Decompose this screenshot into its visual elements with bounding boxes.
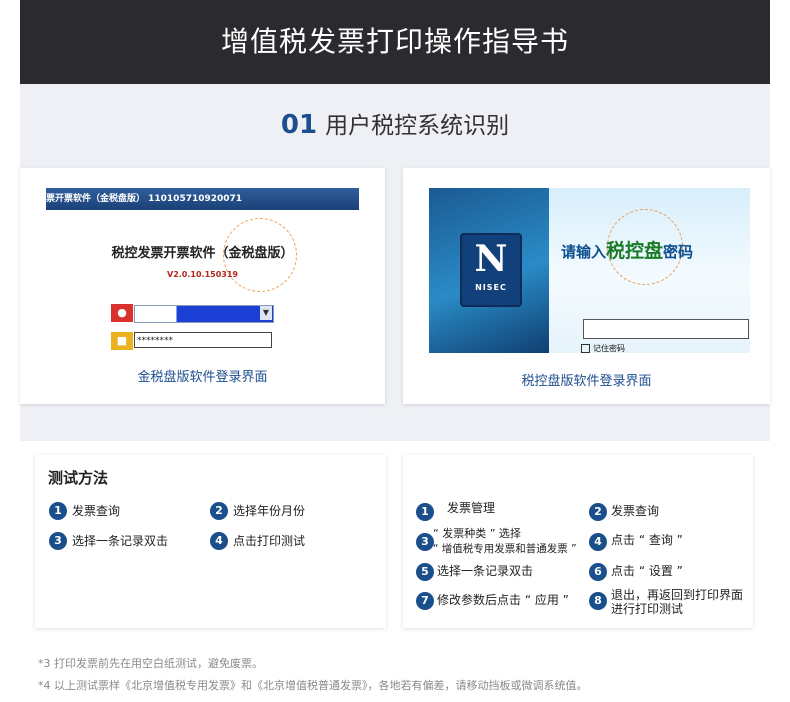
page-header: 增值税发票打印操作指导书: [20, 0, 770, 84]
chevron-down-icon[interactable]: ▼: [260, 306, 272, 320]
jsp-caption: 金税盘版软件登录界面: [137, 370, 268, 385]
operation-step-detail: 进行打印测试: [611, 602, 684, 616]
operation-step: 选择一条记录双击: [437, 564, 534, 578]
step-number-badge: 5: [416, 563, 434, 581]
test-method-title: 测试方法: [48, 469, 109, 487]
step-number-badge: 8: [589, 592, 607, 610]
operation-step: 修改参数后点击 “ 应用 ”: [437, 593, 569, 607]
remember-password-checkbox[interactable]: 记住密码: [581, 343, 625, 354]
jsp-app-name: 税控发票开票软件（金税盘版）: [111, 246, 294, 261]
test-step: 选择一条记录双击: [72, 534, 169, 548]
operation-step: 点击 “ 设置 ”: [611, 564, 683, 578]
operation-step: 退出，再返回到打印界面: [611, 588, 744, 602]
footnote: *3 打印发票前先在用空白纸测试，避免废票。: [38, 657, 263, 670]
test-step: 选择年份月份: [233, 504, 306, 518]
section-title-text: 用户税控系统识别: [325, 113, 510, 139]
section-number: 01: [280, 110, 318, 140]
footnote: *4 以上测试票样《北京增值税专用发票》和《北京增值税普通发票》，各地若有偏差，…: [38, 679, 588, 692]
section-title: 01 用户税控系统识别: [20, 106, 770, 140]
nisec-prompt: 请输入税控盘密码: [561, 240, 694, 262]
step-number-badge: 6: [589, 563, 607, 581]
step-number-badge: 3: [49, 532, 67, 550]
test-step: 发票查询: [72, 504, 121, 518]
step-number-badge: 7: [416, 592, 434, 610]
jsp-version: V2.0.10.150319: [167, 270, 238, 279]
step-number-badge: 4: [210, 532, 228, 550]
password-field[interactable]: ********: [134, 332, 272, 348]
test-step: 点击打印测试: [233, 534, 306, 548]
step-number-badge: 1: [416, 503, 434, 521]
step-number-badge: 3: [416, 533, 434, 551]
user-icon: ●: [111, 304, 133, 322]
nisec-password-input[interactable]: [583, 319, 749, 339]
lock-icon: ■: [111, 332, 133, 350]
step-number-badge: 4: [589, 533, 607, 551]
nisec-logo: N NISEC: [460, 233, 522, 307]
user-select[interactable]: [134, 305, 274, 323]
step-number-badge: 1: [49, 502, 67, 520]
jsp-window-titlebar: 票开票软件（金税盘版） 110105710920071: [46, 188, 359, 210]
operation-step: 发票管理: [447, 501, 496, 515]
skp-caption: 税控盘版软件登录界面: [521, 374, 652, 389]
operation-step-detail: “ 增值税专用发票和普通发票 ”: [433, 543, 577, 555]
operation-step: 发票查询: [611, 504, 660, 518]
operation-step: “ 发票种类 ” 选择: [433, 527, 521, 540]
nisec-logo-mark: N: [474, 238, 508, 280]
step-number-badge: 2: [589, 503, 607, 521]
nisec-logo-text: NISEC: [475, 283, 507, 292]
operation-step: 点击 “ 查询 ”: [611, 533, 683, 547]
step-number-badge: 2: [210, 502, 228, 520]
